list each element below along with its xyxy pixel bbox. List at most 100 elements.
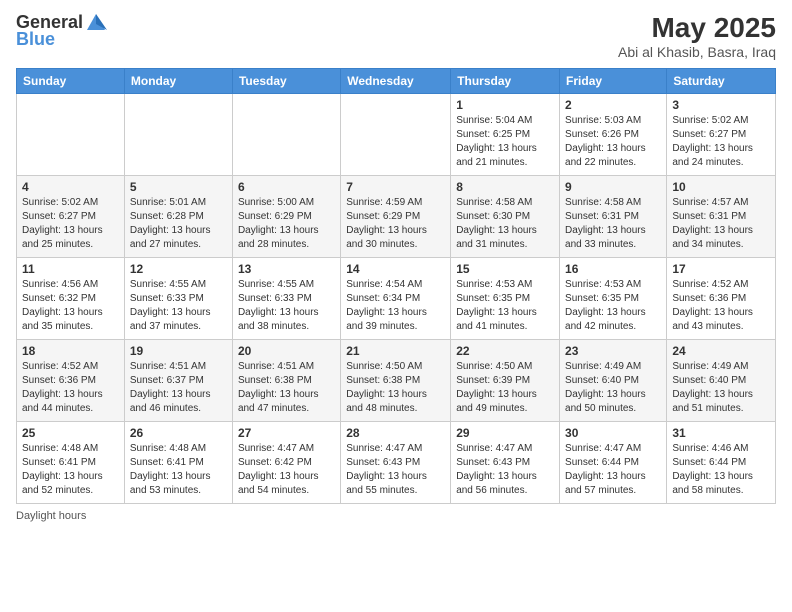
day-number: 12 xyxy=(130,262,227,276)
day-number: 13 xyxy=(238,262,335,276)
day-info: Sunrise: 4:46 AM Sunset: 6:44 PM Dayligh… xyxy=(672,442,770,498)
week-row-3: 11 Sunrise: 4:56 AM Sunset: 6:32 PM Dayli… xyxy=(17,258,776,340)
day-info: Sunrise: 4:47 AM Sunset: 6:43 PM Dayligh… xyxy=(346,442,445,498)
header: General Blue May 2025 Abi al Khasib, Bas… xyxy=(16,12,776,60)
col-header-wednesday: Wednesday xyxy=(341,69,451,94)
logo-icon xyxy=(85,12,107,34)
col-header-sunday: Sunday xyxy=(17,69,125,94)
day-cell: 29Sunrise: 4:47 AM Sunset: 6:43 PM Dayli… xyxy=(451,422,560,504)
day-cell: 25Sunrise: 4:48 AM Sunset: 6:41 PM Dayli… xyxy=(17,422,125,504)
day-info: Sunrise: 4:59 AM Sunset: 6:29 PM Dayligh… xyxy=(346,196,445,252)
title-block: May 2025 Abi al Khasib, Basra, Iraq xyxy=(618,12,776,60)
day-cell: 20Sunrise: 4:51 AM Sunset: 6:38 PM Dayli… xyxy=(232,340,340,422)
day-number: 8 xyxy=(456,180,554,194)
day-cell: 17 Sunrise: 4:52 AM Sunset: 6:36 PM Dayli… xyxy=(667,258,776,340)
day-cell: 10 Sunrise: 4:57 AM Sunset: 6:31 PM Dayli… xyxy=(667,176,776,258)
week-row-2: 4 Sunrise: 5:02 AM Sunset: 6:27 PM Daylig… xyxy=(17,176,776,258)
day-info: Sunrise: 4:58 AM Sunset: 6:31 PM Dayligh… xyxy=(565,196,661,252)
day-number: 24 xyxy=(672,344,770,358)
day-number: 30 xyxy=(565,426,661,440)
day-number: 16 xyxy=(565,262,661,276)
day-cell: 5 Sunrise: 5:01 AM Sunset: 6:28 PM Daylig… xyxy=(124,176,232,258)
day-cell: 16 Sunrise: 4:53 AM Sunset: 6:35 PM Dayli… xyxy=(560,258,667,340)
week-row-5: 25 Sunrise: 4:48 AM Sunset: 6:41 PM Dayli… xyxy=(17,422,776,504)
day-cell: 23 Sunrise: 4:49 AM Sunset: 6:40 PM Dayli… xyxy=(560,340,667,422)
calendar-table: SundayMondayTuesdayWednesdayThursdayFrid… xyxy=(16,68,776,504)
day-number: 15 xyxy=(456,262,554,276)
page: General Blue May 2025 Abi al Khasib, Bas… xyxy=(0,0,792,612)
day-info: Sunrise: 4:52 AM Sunset: 6:36 PM Dayligh… xyxy=(672,278,770,334)
day-info: Sunrise: 5:01 AM Sunset: 6:28 PM Dayligh… xyxy=(130,196,227,252)
col-header-friday: Friday xyxy=(560,69,667,94)
day-number: 20 xyxy=(238,344,335,358)
logo-blue: Blue xyxy=(16,30,55,50)
day-number: 14 xyxy=(346,262,445,276)
day-cell: 1 Sunrise: 5:04 AM Sunset: 6:25 PM Daylig… xyxy=(451,94,560,176)
day-info: Sunrise: 4:53 AM Sunset: 6:35 PM Dayligh… xyxy=(456,278,554,334)
day-cell: 19Sunrise: 4:51 AM Sunset: 6:37 PM Dayli… xyxy=(124,340,232,422)
day-cell: 13Sunrise: 4:55 AM Sunset: 6:33 PM Dayli… xyxy=(232,258,340,340)
day-cell: 11 Sunrise: 4:56 AM Sunset: 6:32 PM Dayli… xyxy=(17,258,125,340)
logo: General Blue xyxy=(16,12,107,50)
col-header-monday: Monday xyxy=(124,69,232,94)
main-title: May 2025 xyxy=(618,12,776,44)
day-cell xyxy=(232,94,340,176)
day-info: Sunrise: 5:03 AM Sunset: 6:26 PM Dayligh… xyxy=(565,114,661,170)
col-header-tuesday: Tuesday xyxy=(232,69,340,94)
day-info: Sunrise: 4:52 AM Sunset: 6:36 PM Dayligh… xyxy=(22,360,119,416)
day-cell: 6Sunrise: 5:00 AM Sunset: 6:29 PM Daylig… xyxy=(232,176,340,258)
col-header-saturday: Saturday xyxy=(667,69,776,94)
day-number: 29 xyxy=(456,426,554,440)
day-cell: 22Sunrise: 4:50 AM Sunset: 6:39 PM Dayli… xyxy=(451,340,560,422)
day-cell: 30 Sunrise: 4:47 AM Sunset: 6:44 PM Dayli… xyxy=(560,422,667,504)
subtitle: Abi al Khasib, Basra, Iraq xyxy=(618,44,776,60)
day-cell: 7 Sunrise: 4:59 AM Sunset: 6:29 PM Daylig… xyxy=(341,176,451,258)
day-info: Sunrise: 4:56 AM Sunset: 6:32 PM Dayligh… xyxy=(22,278,119,334)
day-cell: 14 Sunrise: 4:54 AM Sunset: 6:34 PM Dayli… xyxy=(341,258,451,340)
day-info: Sunrise: 4:54 AM Sunset: 6:34 PM Dayligh… xyxy=(346,278,445,334)
day-cell: 26 Sunrise: 4:48 AM Sunset: 6:41 PM Dayli… xyxy=(124,422,232,504)
day-info: Sunrise: 4:49 AM Sunset: 6:40 PM Dayligh… xyxy=(672,360,770,416)
day-info: Sunrise: 4:51 AM Sunset: 6:37 PM Dayligh… xyxy=(130,360,227,416)
day-number: 3 xyxy=(672,98,770,112)
day-number: 27 xyxy=(238,426,335,440)
week-row-4: 18 Sunrise: 4:52 AM Sunset: 6:36 PM Dayli… xyxy=(17,340,776,422)
day-number: 5 xyxy=(130,180,227,194)
day-cell: 27Sunrise: 4:47 AM Sunset: 6:42 PM Dayli… xyxy=(232,422,340,504)
day-cell xyxy=(341,94,451,176)
day-number: 17 xyxy=(672,262,770,276)
day-cell: 21Sunrise: 4:50 AM Sunset: 6:38 PM Dayli… xyxy=(341,340,451,422)
day-number: 25 xyxy=(22,426,119,440)
day-number: 28 xyxy=(346,426,445,440)
day-number: 4 xyxy=(22,180,119,194)
day-info: Sunrise: 4:55 AM Sunset: 6:33 PM Dayligh… xyxy=(130,278,227,334)
day-info: Sunrise: 4:58 AM Sunset: 6:30 PM Dayligh… xyxy=(456,196,554,252)
day-info: Sunrise: 5:04 AM Sunset: 6:25 PM Dayligh… xyxy=(456,114,554,170)
day-number: 18 xyxy=(22,344,119,358)
day-cell xyxy=(17,94,125,176)
day-info: Sunrise: 4:57 AM Sunset: 6:31 PM Dayligh… xyxy=(672,196,770,252)
day-cell: 8 Sunrise: 4:58 AM Sunset: 6:30 PM Daylig… xyxy=(451,176,560,258)
day-number: 7 xyxy=(346,180,445,194)
day-cell: 28 Sunrise: 4:47 AM Sunset: 6:43 PM Dayli… xyxy=(341,422,451,504)
day-cell: 15 Sunrise: 4:53 AM Sunset: 6:35 PM Dayli… xyxy=(451,258,560,340)
day-number: 10 xyxy=(672,180,770,194)
col-header-thursday: Thursday xyxy=(451,69,560,94)
day-number: 26 xyxy=(130,426,227,440)
day-info: Sunrise: 5:02 AM Sunset: 6:27 PM Dayligh… xyxy=(22,196,119,252)
day-info: Sunrise: 4:49 AM Sunset: 6:40 PM Dayligh… xyxy=(565,360,661,416)
day-info: Sunrise: 4:47 AM Sunset: 6:44 PM Dayligh… xyxy=(565,442,661,498)
day-info: Sunrise: 4:48 AM Sunset: 6:41 PM Dayligh… xyxy=(130,442,227,498)
day-info: Sunrise: 4:50 AM Sunset: 6:38 PM Dayligh… xyxy=(346,360,445,416)
day-info: Sunrise: 4:53 AM Sunset: 6:35 PM Dayligh… xyxy=(565,278,661,334)
day-number: 1 xyxy=(456,98,554,112)
day-cell: 9Sunrise: 4:58 AM Sunset: 6:31 PM Daylig… xyxy=(560,176,667,258)
day-cell: 31Sunrise: 4:46 AM Sunset: 6:44 PM Dayli… xyxy=(667,422,776,504)
day-cell: 24 Sunrise: 4:49 AM Sunset: 6:40 PM Dayli… xyxy=(667,340,776,422)
day-number: 2 xyxy=(565,98,661,112)
day-info: Sunrise: 5:02 AM Sunset: 6:27 PM Dayligh… xyxy=(672,114,770,170)
day-number: 22 xyxy=(456,344,554,358)
day-number: 11 xyxy=(22,262,119,276)
day-number: 23 xyxy=(565,344,661,358)
day-info: Sunrise: 5:00 AM Sunset: 6:29 PM Dayligh… xyxy=(238,196,335,252)
